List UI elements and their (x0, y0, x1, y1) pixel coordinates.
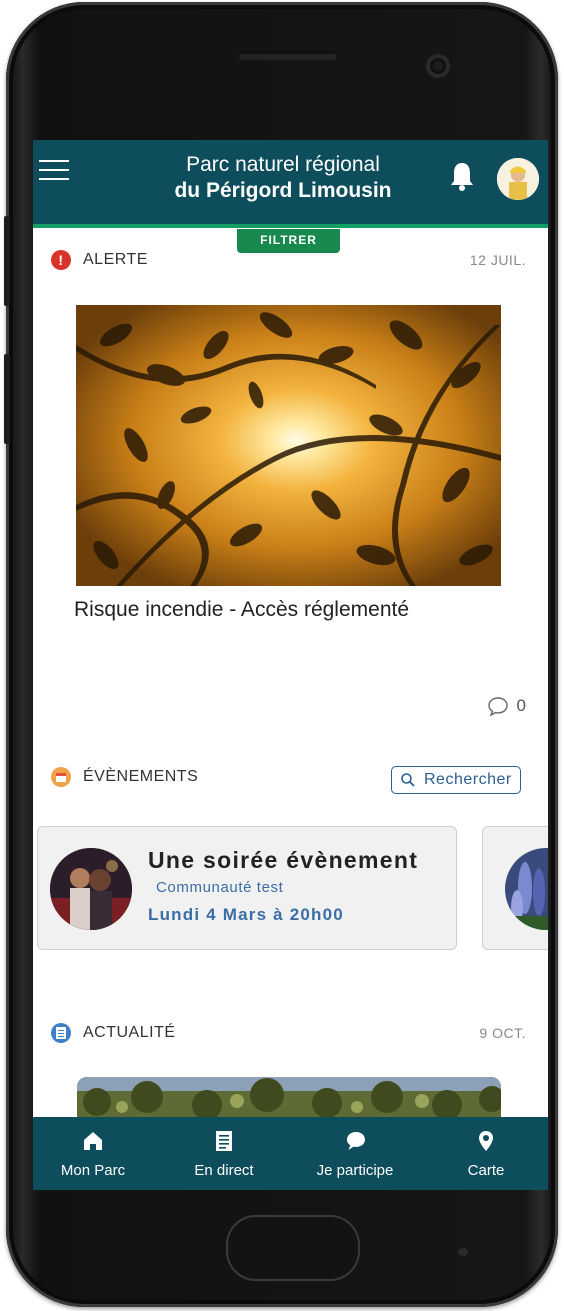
app-screen: Parc naturel régional du Périgord Limous… (33, 140, 548, 1190)
tab-je-participe[interactable]: Je participe (291, 1117, 419, 1190)
home-button (226, 1215, 360, 1281)
sensor (458, 1248, 468, 1256)
events-category: ÉVÈNEMENTS (83, 768, 199, 785)
bottom-tab-bar: Mon Parc En direct Je participe Carte (33, 1117, 548, 1190)
title-line1: Parc naturel régional (186, 153, 380, 176)
tab-carte[interactable]: Carte (422, 1117, 548, 1190)
comment-icon (487, 697, 508, 717)
app-header: Parc naturel régional du Périgord Limous… (33, 140, 548, 228)
tab-label: Mon Parc (60, 1162, 126, 1179)
tab-en-direct[interactable]: En direct (160, 1117, 288, 1190)
event-community: Communauté test (156, 879, 284, 896)
volume-button (4, 216, 10, 306)
comment-counter[interactable]: 0 (487, 695, 526, 717)
search-button[interactable]: Rechercher (391, 766, 521, 794)
tab-label: En direct (194, 1162, 254, 1179)
alert-category: ALERTE (83, 251, 148, 268)
event-date: Lundi 4 Mars à 20h00 (148, 905, 344, 924)
sunlit-leaves-photo (76, 305, 501, 586)
alert-section-header: ! ALERTE (51, 248, 148, 272)
event-thumbnail (50, 848, 132, 930)
earpiece-speaker (238, 52, 338, 60)
comment-count: 0 (516, 696, 526, 715)
person-icon (497, 158, 539, 200)
news-date: 9 OCT. (479, 1025, 526, 1041)
map-pin-icon (479, 1131, 493, 1151)
menu-icon[interactable] (39, 160, 71, 180)
tab-label: Carte (467, 1162, 505, 1179)
event-card-next[interactable] (482, 826, 548, 950)
exclamation-icon: ! (51, 250, 71, 270)
chat-icon (347, 1132, 365, 1150)
tab-label: Je participe (316, 1162, 394, 1179)
bell-icon[interactable] (449, 160, 475, 192)
event-title: Une soirée évènement (148, 847, 419, 873)
events-section-header: ÉVÈNEMENTS (51, 765, 198, 789)
calendar-icon (51, 767, 71, 787)
title-line2: du Périgord Limousin (174, 179, 392, 202)
search-label: Rechercher (424, 771, 512, 788)
event-thumbnail (505, 848, 548, 930)
news-section-header: ACTUALITÉ (51, 1021, 176, 1045)
alert-image[interactable] (76, 305, 501, 586)
home-icon (84, 1132, 102, 1150)
search-icon (401, 773, 415, 787)
newspaper-icon (51, 1023, 71, 1043)
tab-mon-parc[interactable]: Mon Parc (33, 1117, 157, 1190)
filter-button[interactable]: FILTRER (237, 229, 340, 253)
user-avatar[interactable] (497, 158, 539, 200)
app-title: Parc naturel régional du Périgord Limous… (123, 152, 443, 204)
bixby-button (4, 354, 10, 444)
alert-date: 12 JUIL. (469, 252, 526, 268)
document-icon (216, 1131, 232, 1151)
front-camera (426, 54, 450, 78)
alert-title[interactable]: Risque incendie - Accès réglementé (74, 598, 409, 622)
event-card[interactable]: Une soirée évènement Communauté test Lun… (37, 826, 457, 950)
news-category: ACTUALITÉ (83, 1024, 176, 1041)
